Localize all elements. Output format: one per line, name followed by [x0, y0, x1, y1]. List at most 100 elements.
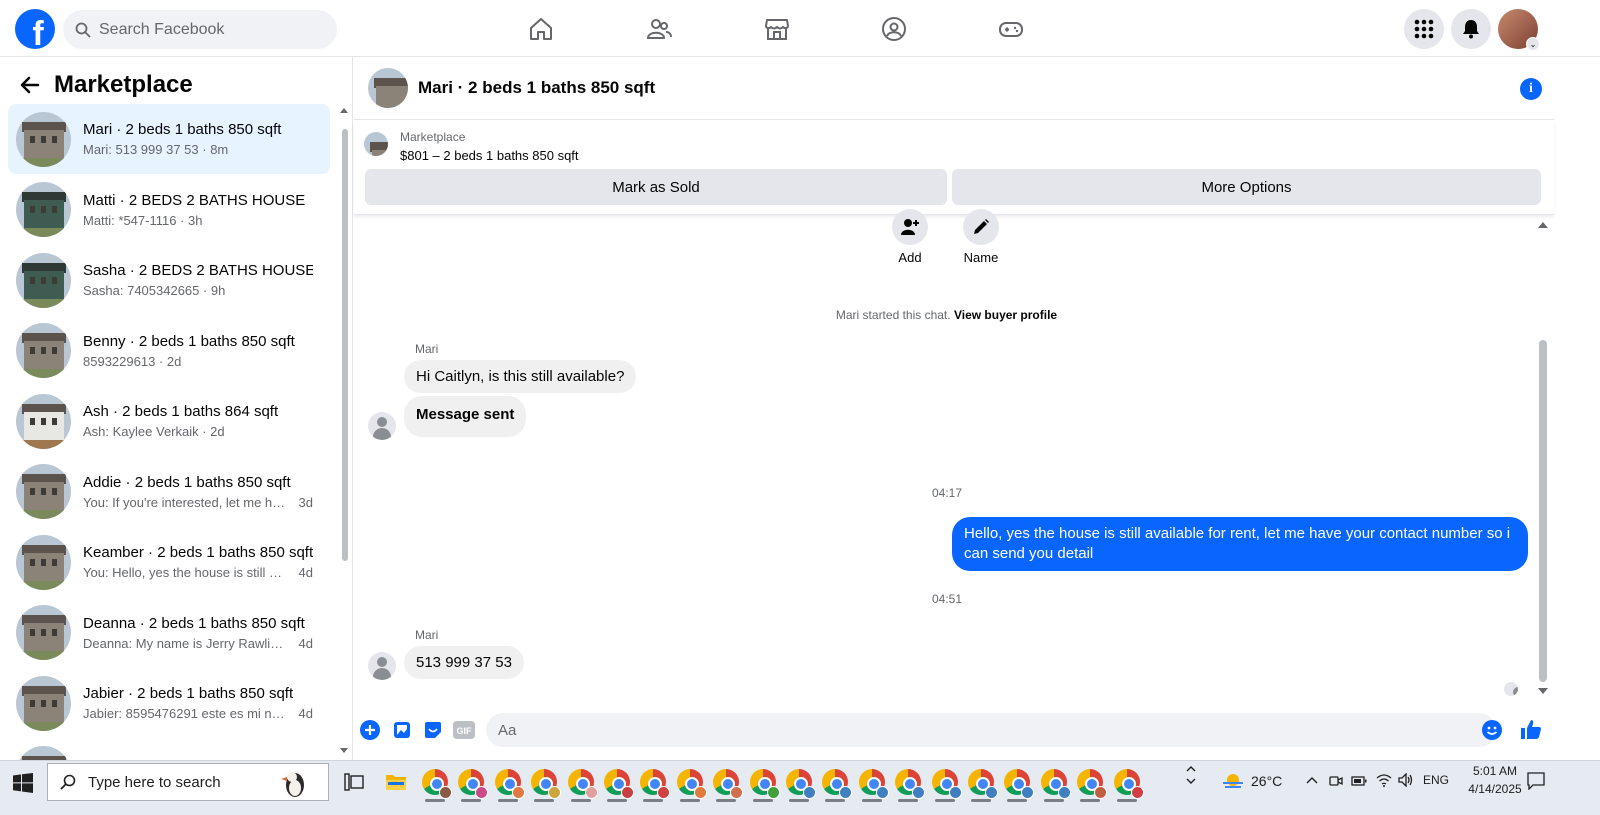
chrome-window-icon[interactable]	[531, 769, 562, 799]
task-view-icon[interactable]	[344, 773, 364, 791]
volume-icon[interactable]	[1398, 773, 1414, 787]
chrome-window-icon[interactable]	[1004, 769, 1035, 799]
taskbar-chevron-icon[interactable]	[1186, 763, 1196, 787]
sticker-icon[interactable]	[423, 720, 443, 740]
clock-time[interactable]: 5:01 AM	[1460, 764, 1530, 778]
chrome-window-icon[interactable]	[895, 769, 926, 799]
scroll-up-icon	[340, 108, 348, 113]
chrome-window-icon[interactable]	[822, 769, 853, 799]
scroll-down-icon[interactable]	[1538, 688, 1548, 695]
chrome-window-icon[interactable]	[968, 769, 998, 799]
taskbar-search-input[interactable]	[88, 773, 268, 791]
chrome-window-icon[interactable]	[567, 769, 598, 799]
scroll-up-icon[interactable]	[1538, 221, 1548, 228]
chrome-window-icon[interactable]	[604, 769, 634, 799]
weather-temperature[interactable]: 26°C	[1251, 773, 1282, 789]
view-buyer-profile-link[interactable]: View buyer profile	[954, 308, 1057, 322]
meet-camera-icon[interactable]	[1329, 774, 1343, 788]
photo-icon[interactable]	[392, 720, 412, 740]
emoji-icon[interactable]	[1482, 720, 1502, 740]
search-box[interactable]	[63, 10, 337, 49]
notifications-button[interactable]	[1451, 9, 1491, 49]
conversation-thumbnail	[16, 464, 71, 519]
incoming-message-sent-notice[interactable]: Message sent	[404, 396, 527, 437]
listing-thumbnail[interactable]	[364, 132, 388, 156]
file-explorer-icon[interactable]	[385, 773, 407, 791]
chrome-window-icon[interactable]	[713, 769, 744, 799]
chrome-window-icon[interactable]	[858, 769, 889, 799]
language-indicator[interactable]: ENG	[1423, 773, 1449, 787]
conversation-item[interactable]: Ash · 2 beds 1 baths 864 sqft Ash: Kaylee…	[8, 386, 330, 456]
thumbs-up-icon[interactable]	[1520, 718, 1542, 740]
windows-start-icon[interactable]	[13, 773, 33, 793]
conversation-item[interactable]: Matti · 2 BEDS 2 BATHS HOUSE Matti: *547-…	[8, 175, 330, 245]
taskbar-running-indicator	[643, 799, 664, 802]
chrome-window-icon[interactable]	[786, 769, 816, 799]
profile-badge-icon	[1094, 786, 1108, 799]
conversation-name: Sasha · 2 BEDS 2 BATHS HOUSE	[83, 262, 313, 279]
battery-icon[interactable]	[1351, 776, 1367, 786]
listing-price[interactable]: $801 – 2 beds 1 baths 850 sqft	[400, 148, 579, 163]
sender-avatar[interactable]	[368, 652, 396, 680]
add-person-button[interactable]	[892, 209, 928, 245]
conversation-item[interactable]: Keamber · 2 beds 1 baths 850 sqft You: He…	[8, 527, 330, 597]
taskbar-search[interactable]	[47, 763, 329, 801]
chrome-window-icon[interactable]	[1113, 769, 1144, 799]
incoming-message[interactable]: 513 999 37 53	[404, 646, 524, 679]
chrome-window-icon[interactable]	[931, 769, 962, 799]
chrome-window-icon[interactable]	[422, 769, 452, 799]
more-options-button[interactable]: More Options	[952, 169, 1541, 205]
sidebar-scroll-thumb[interactable]	[342, 129, 348, 561]
gif-icon[interactable]: GIF	[453, 721, 475, 739]
listing-banner: Marketplace $801 – 2 beds 1 baths 850 sq…	[354, 121, 1554, 215]
chrome-window-icon[interactable]	[640, 769, 671, 799]
chrome-window-icon[interactable]	[1077, 769, 1108, 799]
incoming-message[interactable]: Hi Caitlyn, is this still available?	[404, 360, 637, 393]
chrome-window-icon[interactable]	[676, 769, 707, 799]
plus-circle-icon[interactable]	[360, 720, 380, 740]
chrome-window-icon[interactable]	[494, 769, 525, 799]
taskbar-running-indicator	[861, 799, 882, 802]
chrome-window-icon[interactable]	[1040, 769, 1071, 799]
wifi-icon[interactable]	[1376, 773, 1392, 787]
conversation-thumbnail	[16, 393, 71, 449]
conversation-item[interactable]: Sasha · 2 BEDS 2 BATHS HOUSE Sasha: 74053…	[8, 245, 330, 315]
conversation-item[interactable]: Benny · 2 beds 1 baths 850 sqft 859322961…	[8, 316, 330, 386]
conversation-item[interactable]: Mari · 2 beds 1 baths 850 sqft Mari: 513 …	[8, 104, 330, 174]
weather-icon[interactable]	[1221, 771, 1245, 791]
tray-overflow-icon[interactable]	[1306, 776, 1318, 784]
conversation-thumbnail	[16, 534, 71, 590]
groups-icon[interactable]	[879, 14, 909, 44]
profile-avatar[interactable]: ⌄	[1498, 9, 1540, 51]
conversation-item[interactable]: Jabier · 2 beds 1 baths 850 sqft Jabier: …	[8, 668, 330, 738]
conversation-item[interactable]: Deanna · 2 beds 1 baths 850 sqft Deanna: …	[8, 598, 330, 668]
home-icon[interactable]	[526, 14, 556, 44]
chat-scroll-thumb[interactable]	[1539, 340, 1547, 682]
mark-as-sold-button[interactable]: Mark as Sold	[365, 169, 947, 205]
chrome-window-icon[interactable]	[458, 769, 489, 799]
taskbar-running-indicator	[570, 799, 591, 802]
chrome-window-icon[interactable]	[749, 769, 780, 799]
chat-listing-thumbnail[interactable]	[368, 68, 408, 108]
edit-name-button[interactable]	[963, 209, 999, 245]
back-arrow-icon[interactable]	[20, 75, 40, 95]
marketplace-icon[interactable]	[762, 14, 792, 44]
info-icon[interactable]: i	[1520, 78, 1542, 100]
facebook-logo[interactable]: f	[15, 9, 55, 49]
friends-icon[interactable]	[644, 14, 674, 44]
notification-center-icon[interactable]	[1527, 772, 1545, 790]
chat-title[interactable]: Mari · 2 beds 1 baths 850 sqft	[418, 78, 655, 98]
svg-text:GIF: GIF	[457, 726, 473, 736]
search-input[interactable]	[99, 20, 299, 39]
search-icon	[60, 774, 76, 790]
outgoing-message[interactable]: Hello, yes the house is still available …	[952, 517, 1528, 571]
conversation-item[interactable]: Jo... · 2 beds 1 baths 850 sqft	[8, 739, 330, 760]
menu-grid-button[interactable]	[1404, 9, 1444, 49]
conversation-item[interactable]: Addie · 2 beds 1 baths 850 sqft You: If y…	[8, 457, 330, 527]
sender-avatar[interactable]	[368, 412, 396, 440]
clock-date[interactable]: 4/14/2025	[1455, 782, 1535, 796]
profile-badge-icon	[1057, 786, 1071, 799]
gaming-icon[interactable]	[996, 14, 1026, 44]
profile-badge-icon	[766, 786, 780, 799]
message-input[interactable]	[486, 713, 1496, 747]
